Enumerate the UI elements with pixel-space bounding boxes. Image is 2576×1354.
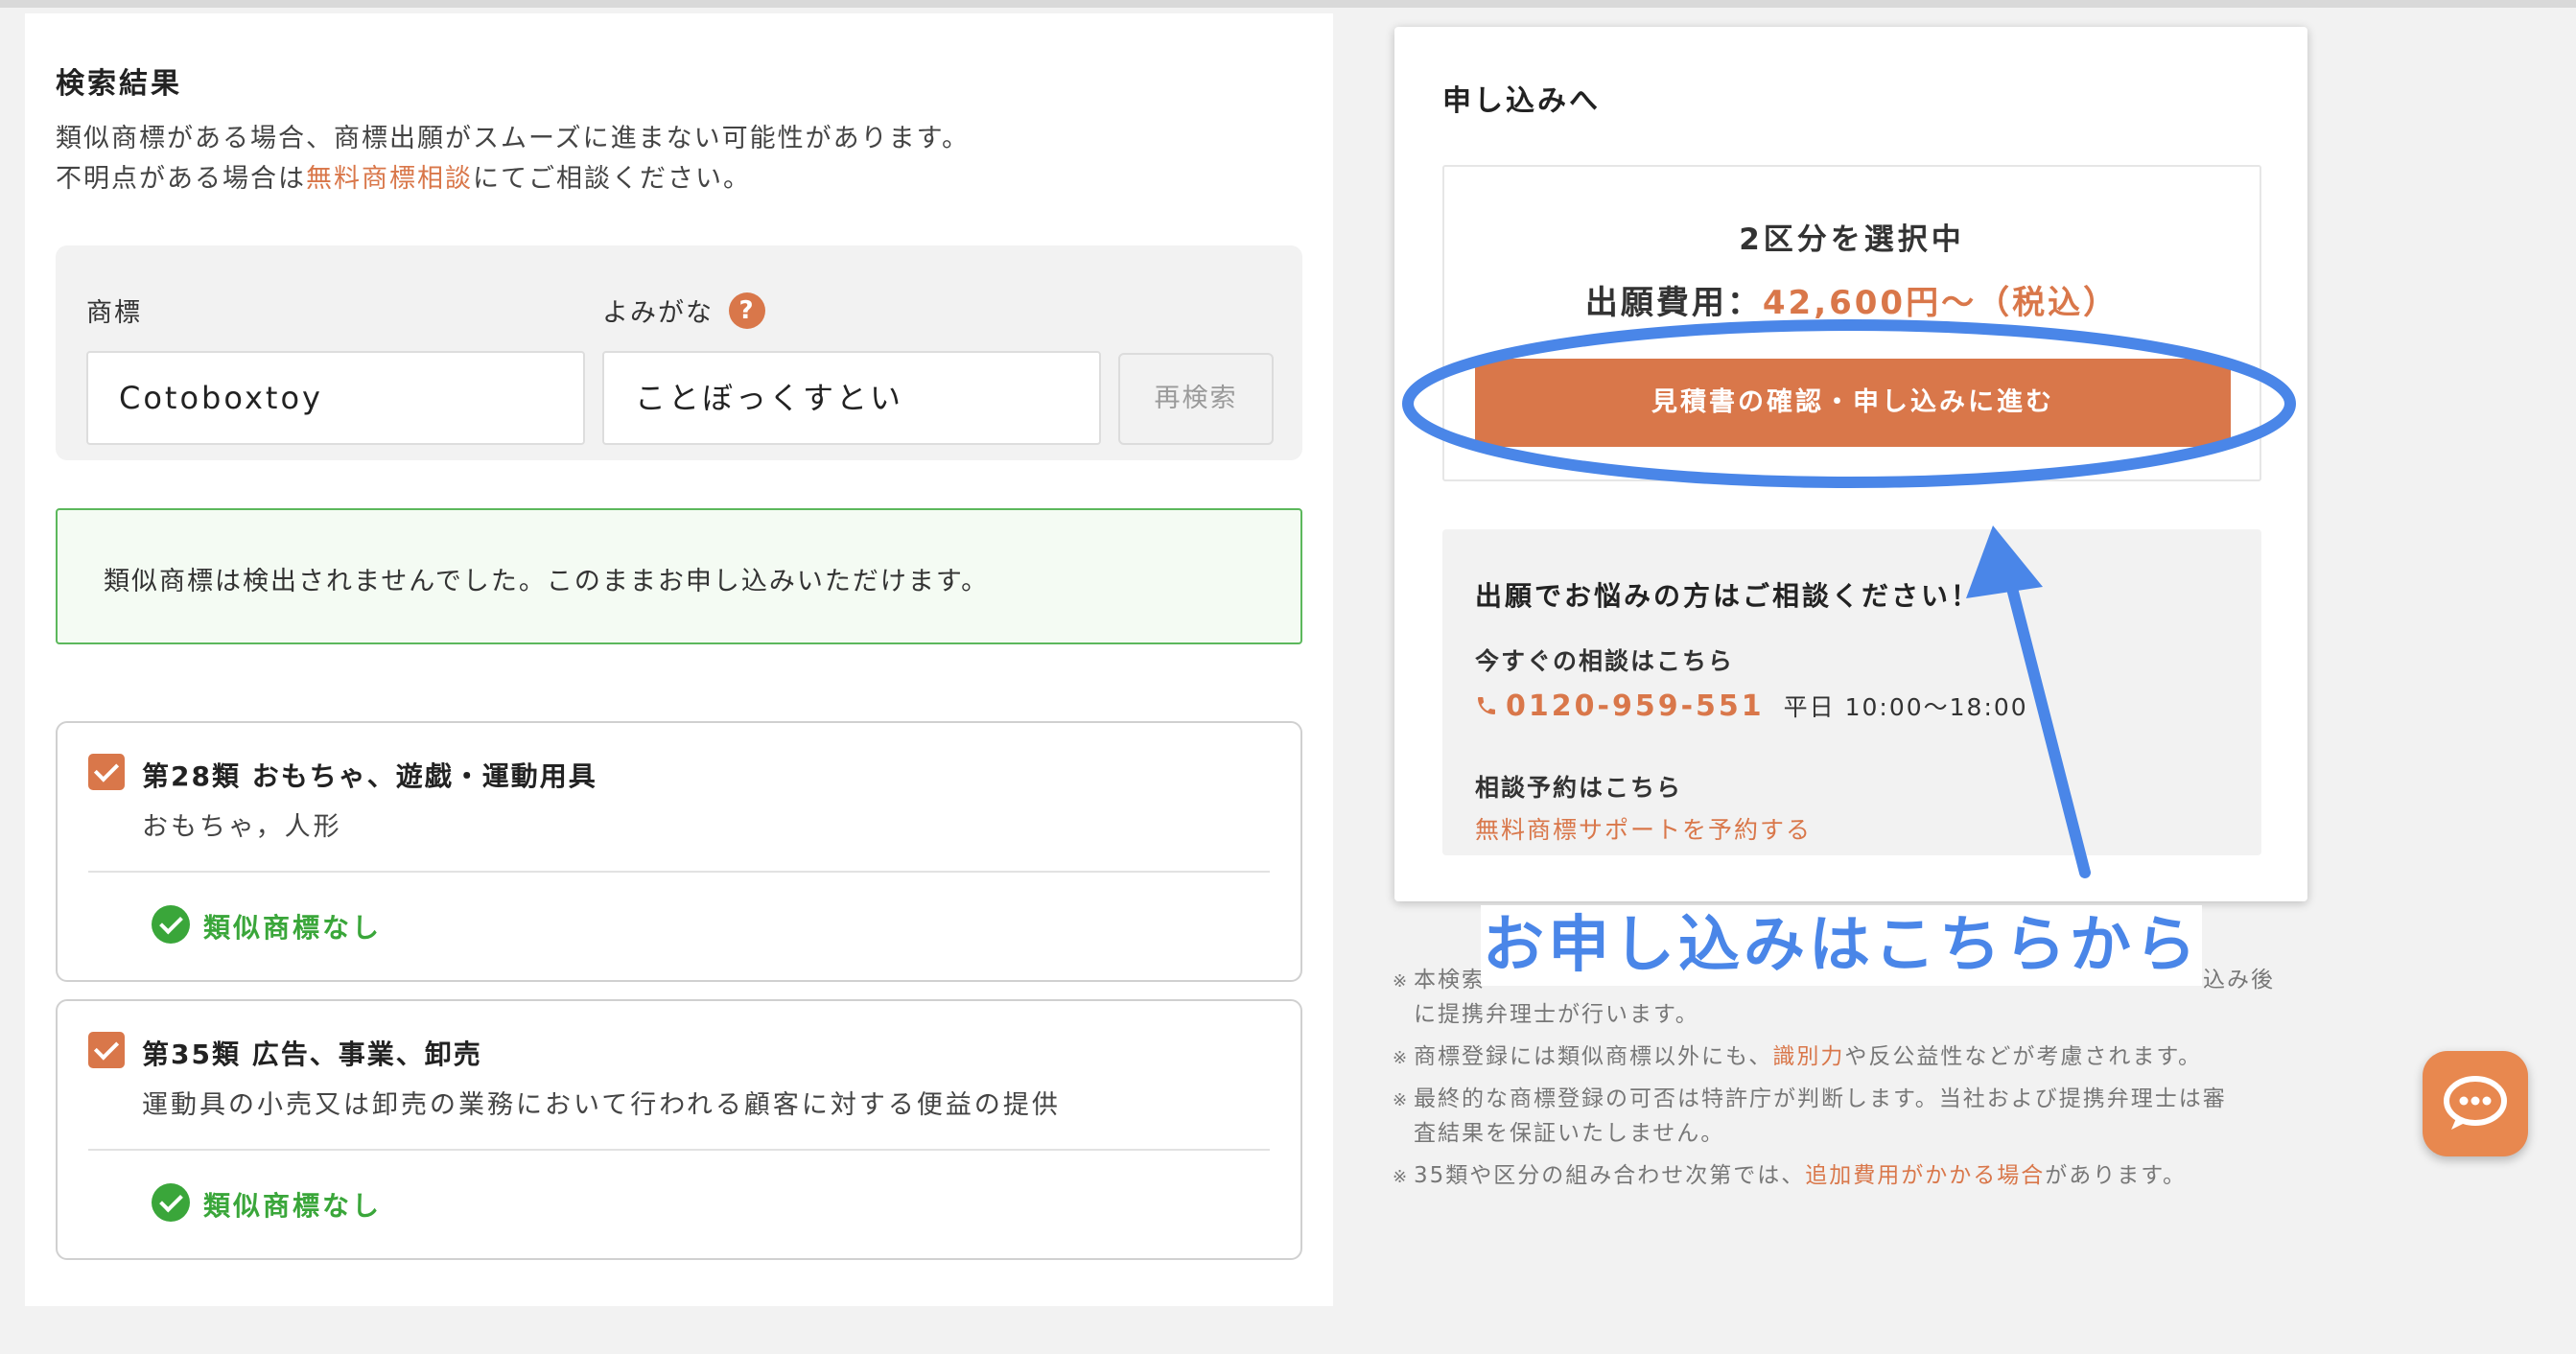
annotation-label: お申し込みはこちらから	[1481, 905, 2202, 986]
annotation-overlay	[1402, 319, 2296, 878]
chat-bubble-icon	[2444, 1076, 2507, 1130]
annotation-arrow-head	[1966, 525, 2043, 598]
chat-button[interactable]	[2423, 1051, 2528, 1156]
annotation-ellipse	[1402, 319, 2296, 488]
annotation-arrow-shaft	[2001, 560, 2091, 878]
